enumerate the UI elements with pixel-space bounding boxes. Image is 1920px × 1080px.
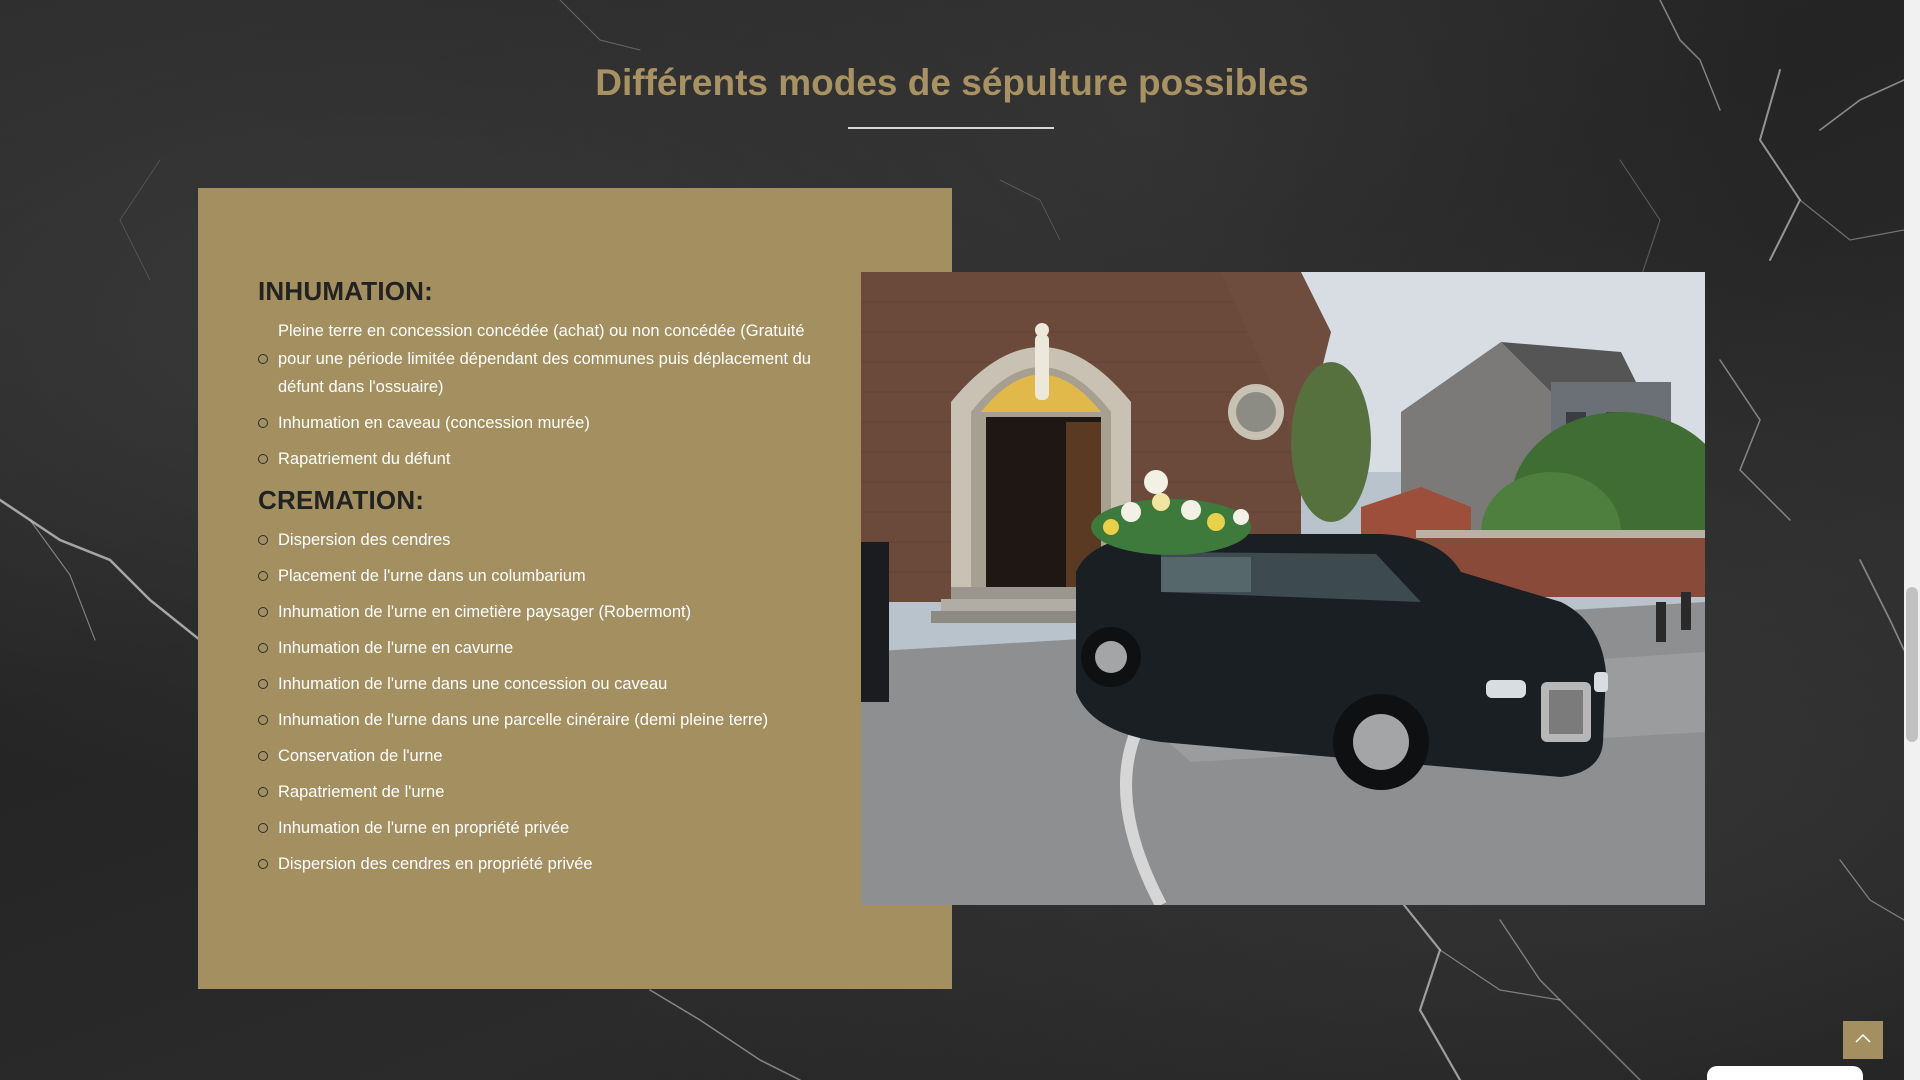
chat-widget-tab[interactable] [1707, 1066, 1863, 1080]
list-item-text: Inhumation de l'urne en cimetière paysag… [278, 603, 692, 621]
list-item: Rapatriement de l'urne [258, 778, 838, 806]
list-item: Inhumation de l'urne en cavurne [258, 634, 838, 662]
scrollbar-track[interactable] [1904, 0, 1920, 1080]
list-item-text: Rapatriement du défunt [278, 450, 451, 468]
circle-bullet-icon [258, 715, 268, 725]
inhumation-heading: INHUMATION: [258, 276, 434, 306]
circle-bullet-icon [258, 354, 268, 364]
list-item-text: Inhumation de l'urne en cavurne [278, 639, 514, 657]
list-item: Inhumation de l'urne dans une parcelle c… [258, 706, 838, 734]
circle-bullet-icon [258, 535, 268, 545]
circle-bullet-icon [258, 418, 268, 428]
cremation-list: Dispersion des cendres Placement de l'ur… [258, 526, 838, 878]
list-item: Inhumation de l'urne en propriété privée [258, 814, 838, 842]
list-item-text: Inhumation de l'urne en propriété privée [278, 819, 570, 837]
circle-bullet-icon [258, 679, 268, 689]
list-item-text: Conservation de l'urne [278, 747, 443, 765]
hearse-church-photo [861, 272, 1705, 905]
list-item-text: Rapatriement de l'urne [278, 783, 445, 801]
list-item-text: Inhumation de l'urne dans une concession… [278, 675, 668, 693]
section-title: Différents modes de sépulture possibles [595, 62, 1309, 103]
back-to-top-button[interactable] [1843, 1021, 1883, 1059]
circle-bullet-icon [258, 859, 268, 869]
circle-bullet-icon [258, 787, 268, 797]
burial-modes-content: INHUMATION: Pleine terre en concession c… [258, 268, 838, 886]
cremation-heading: CREMATION: [258, 485, 425, 515]
list-item: Inhumation en caveau (concession murée) [258, 409, 838, 437]
inhumation-list: Pleine terre en concession concédée (ach… [258, 317, 838, 473]
list-item-text: Dispersion des cendres [278, 531, 451, 549]
circle-bullet-icon [258, 643, 268, 653]
list-item: Dispersion des cendres en propriété priv… [258, 850, 838, 878]
circle-bullet-icon [258, 454, 268, 464]
list-item-text: Dispersion des cendres en propriété priv… [278, 855, 593, 873]
scrollbar-thumb[interactable] [1906, 587, 1918, 742]
circle-bullet-icon [258, 607, 268, 617]
list-item: Dispersion des cendres [258, 526, 838, 554]
list-item: Inhumation de l'urne en cimetière paysag… [258, 598, 838, 626]
list-item-text: Pleine terre en concession concédée (ach… [278, 322, 811, 396]
photo-illustration [861, 272, 1705, 905]
list-item: Rapatriement du défunt [258, 445, 838, 473]
list-item-text: Inhumation de l'urne dans une parcelle c… [278, 711, 769, 729]
list-item: Inhumation de l'urne dans une concession… [258, 670, 838, 698]
list-item-text: Placement de l'urne dans un columbarium [278, 567, 586, 585]
list-item: Conservation de l'urne [258, 742, 838, 770]
list-item: Pleine terre en concession concédée (ach… [258, 317, 838, 401]
title-underline [848, 127, 1054, 129]
list-item: Placement de l'urne dans un columbarium [258, 562, 838, 590]
circle-bullet-icon [258, 571, 268, 581]
circle-bullet-icon [258, 751, 268, 761]
chevron-up-icon [1854, 1031, 1872, 1049]
circle-bullet-icon [258, 823, 268, 833]
list-item-text: Inhumation en caveau (concession murée) [278, 414, 590, 432]
